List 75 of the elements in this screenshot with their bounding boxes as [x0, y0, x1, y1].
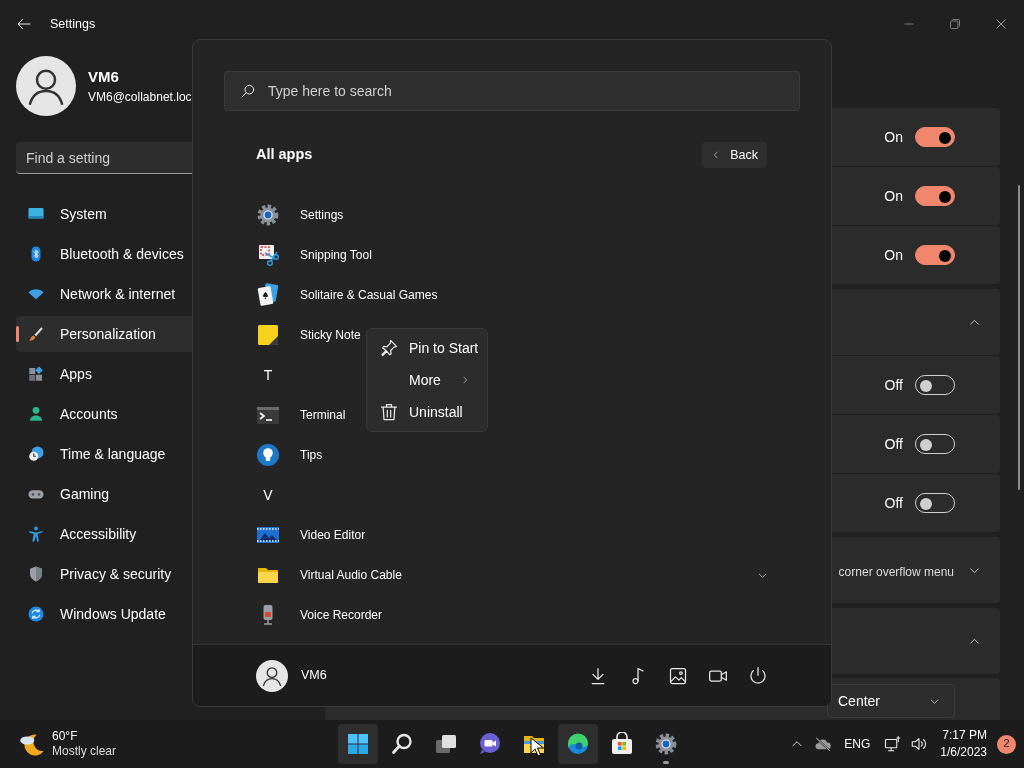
paintbrush-icon	[27, 325, 45, 343]
image-icon[interactable]	[668, 665, 688, 686]
person-icon	[27, 405, 45, 423]
weather-condition: Mostly clear	[52, 744, 116, 759]
shield-icon	[27, 565, 45, 583]
gear-icon	[256, 203, 280, 227]
speaker-icon[interactable]	[910, 735, 929, 753]
letter-heading[interactable]: V	[256, 484, 280, 506]
pin-icon	[379, 338, 399, 358]
clock-date[interactable]: 1/6/2023	[940, 744, 987, 761]
apps-icon	[27, 365, 45, 383]
toggle-switch[interactable]	[915, 245, 955, 265]
user-avatar-icon[interactable]	[256, 659, 288, 692]
store-bag-icon	[610, 732, 634, 756]
clock-globe-icon	[27, 445, 45, 463]
playing-cards-icon	[256, 283, 280, 307]
windows-logo-icon	[346, 732, 370, 756]
accessibility-icon	[27, 525, 45, 543]
toggle-switch[interactable]	[915, 186, 955, 206]
weather-temperature: 60°F	[52, 729, 79, 744]
back-button[interactable]: Back	[702, 142, 767, 168]
notification-badge[interactable]: 2	[997, 734, 1016, 754]
lightbulb-icon	[256, 443, 280, 467]
trash-icon	[379, 402, 399, 422]
toggle-state-label: On	[884, 127, 903, 147]
search-icon	[240, 83, 256, 99]
app-list-item[interactable]: Snipping Tool	[193, 235, 372, 275]
window-title: Settings	[50, 15, 96, 33]
user-name: VM6	[301, 667, 327, 685]
power-icon[interactable]	[748, 665, 768, 686]
video-chat-icon	[478, 732, 502, 756]
close-icon[interactable]	[995, 18, 1007, 30]
app-list-item[interactable]: Voice Recorder	[193, 595, 383, 635]
clock-time[interactable]: 7:17 PM	[940, 727, 987, 744]
user-name: VM6	[88, 66, 120, 87]
back-arrow-icon[interactable]	[16, 16, 32, 32]
sticky-note-icon	[256, 323, 280, 347]
search-field[interactable]: Type here to search	[224, 71, 800, 111]
menu-item[interactable]: More	[370, 364, 484, 396]
task-view-icon	[434, 732, 458, 756]
letter-heading[interactable]: T	[256, 364, 280, 386]
dropdown[interactable]: Center	[827, 684, 955, 718]
menu-item[interactable]: Uninstall	[370, 396, 484, 428]
toggle-state-label: Off	[884, 493, 903, 513]
network-icon[interactable]	[884, 735, 903, 753]
update-icon	[27, 605, 45, 623]
search-icon	[390, 732, 414, 756]
app-list-item[interactable]: Virtual Audio Cable	[193, 555, 831, 595]
gear-icon	[654, 732, 678, 756]
toggle-state-label: Off	[884, 434, 903, 454]
setting-description: corner overflow menu	[838, 564, 954, 581]
running-indicator	[663, 761, 669, 764]
menu-item[interactable]: Pin to Start	[370, 332, 484, 364]
app-list-item[interactable]: Settings	[193, 195, 344, 235]
scissors-icon	[256, 243, 280, 267]
start-button[interactable]	[338, 724, 378, 764]
section-heading: All apps	[256, 145, 313, 165]
browser-button[interactable]	[558, 724, 598, 764]
app-list-item[interactable]: Video Editor	[193, 515, 366, 555]
toggle-switch[interactable]	[915, 127, 955, 147]
selection-indicator	[16, 326, 19, 342]
scrollbar[interactable]	[1018, 185, 1020, 490]
user-avatar-icon[interactable]	[16, 56, 76, 116]
app-list-item[interactable]: Solitaire & Casual Games	[193, 275, 438, 315]
cursor-icon	[530, 737, 544, 757]
user-email: VM6@collabnet.loc	[88, 89, 192, 107]
toggle-state-label: On	[884, 245, 903, 265]
language-indicator[interactable]: ENG	[844, 735, 871, 753]
cloud-off-icon[interactable]	[814, 735, 833, 753]
toggle-state-label: On	[884, 186, 903, 206]
maximize-icon[interactable]	[949, 18, 961, 30]
browser-icon	[566, 732, 590, 756]
toggle-state-label: Off	[884, 375, 903, 395]
app-list-item[interactable]: Terminal	[193, 395, 346, 435]
app-list-item[interactable]: Tips	[193, 435, 323, 475]
